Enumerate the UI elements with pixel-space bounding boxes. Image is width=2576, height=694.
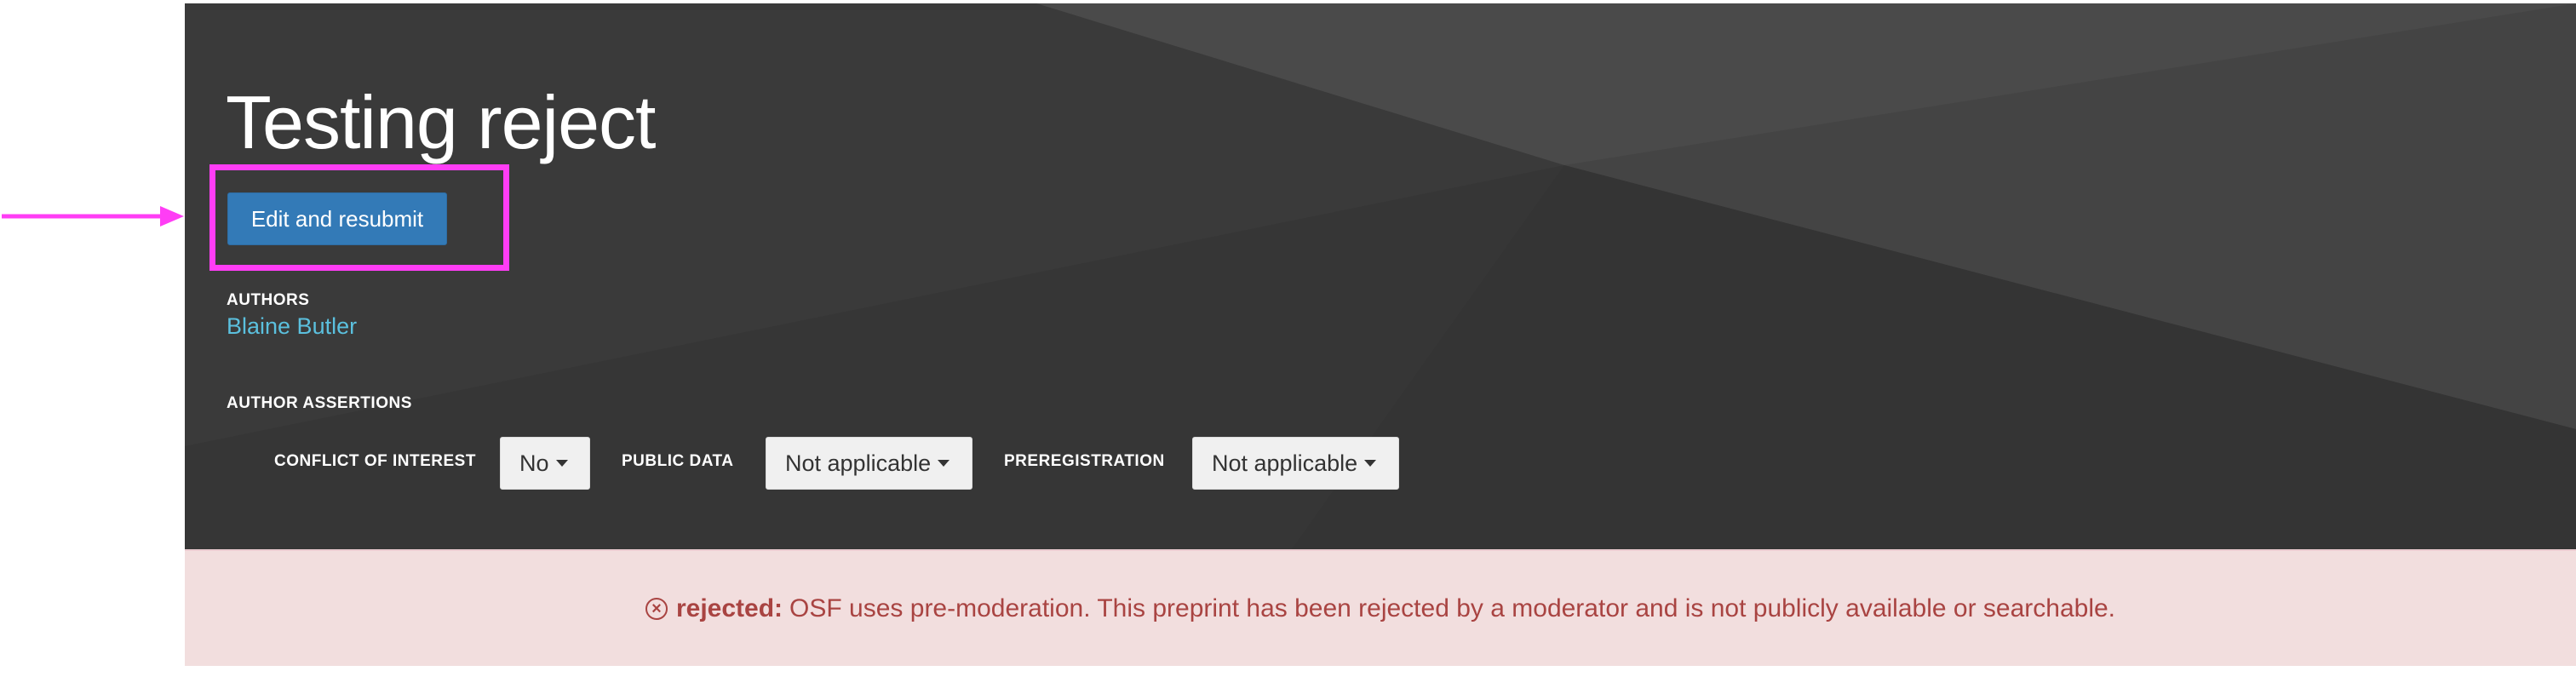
public-data-value: Not applicable [785,450,932,476]
status-label: rejected: [675,594,783,622]
x-circle-icon: × [645,597,668,620]
preregistration-label: PREREGISTRATION [1004,452,1165,470]
caret-down-icon [555,460,568,467]
conflict-of-interest-label: CONFLICT OF INTEREST [274,452,476,470]
status-message: OSF uses pre-moderation. This preprint h… [789,594,2115,622]
annotation-arrow-icon [2,206,184,227]
conflict-of-interest-value: No [519,450,549,476]
preregistration-dropdown[interactable]: Not applicable [1192,437,1399,490]
author-link[interactable]: Blaine Butler [227,313,357,340]
caret-down-icon [1364,460,1377,467]
highlight-annotation-box [209,164,509,271]
page-title: Testing reject [226,80,656,164]
rejected-status-banner: × rejected: OSF uses pre-moderation. Thi… [185,549,2576,666]
caret-down-icon [938,460,950,467]
public-data-label: PUBLIC DATA [622,452,734,470]
preregistration-value: Not applicable [1212,450,1358,476]
authors-label: AUTHORS [227,291,310,309]
preprint-header: Testing reject Edit and resubmit AUTHORS… [185,3,2576,549]
conflict-of-interest-dropdown[interactable]: No [500,437,590,490]
public-data-dropdown[interactable]: Not applicable [766,437,972,490]
author-assertions-label: AUTHOR ASSERTIONS [227,394,412,412]
